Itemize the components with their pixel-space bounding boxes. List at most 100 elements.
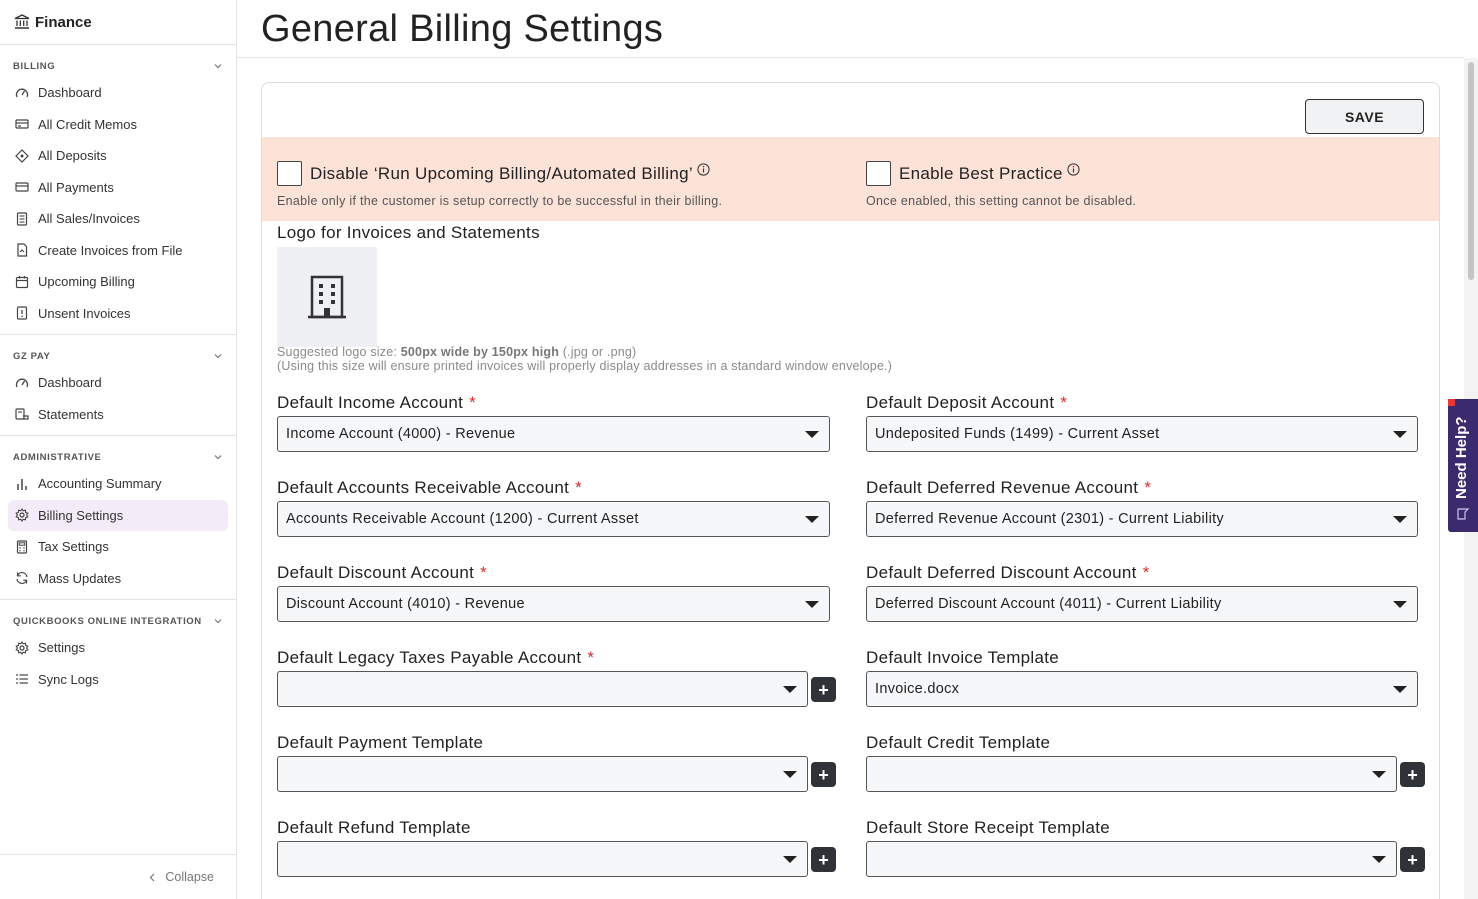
list-icon bbox=[15, 672, 29, 686]
statements-icon bbox=[15, 407, 29, 421]
legacy-taxes-select[interactable] bbox=[277, 671, 808, 707]
add-credit-template-button[interactable]: + bbox=[1400, 762, 1425, 787]
best-practice-checkbox[interactable] bbox=[866, 161, 891, 186]
gear-icon bbox=[15, 508, 29, 523]
add-legacy-taxes-button[interactable]: + bbox=[811, 677, 836, 702]
caret-down-icon bbox=[783, 686, 797, 693]
logo-size-note: Suggested logo size: 500px wide by 150px… bbox=[277, 345, 892, 373]
sidebar-item-label: All Credit Memos bbox=[38, 116, 137, 132]
sidebar-item-label: All Sales/Invoices bbox=[38, 211, 140, 227]
sidebar-item-billing-settings[interactable]: Billing Settings bbox=[8, 499, 228, 531]
discount-account-label: Default Discount Account * bbox=[277, 563, 487, 583]
brand[interactable]: Finance bbox=[0, 0, 236, 45]
caret-down-icon bbox=[1372, 771, 1386, 778]
dashboard-icon bbox=[15, 376, 29, 390]
sidebar-item-gzpay-dashboard[interactable]: Dashboard bbox=[8, 367, 228, 399]
section-administrative[interactable]: ADMINISTRATIVE bbox=[0, 446, 236, 468]
ar-account-label: Default Accounts Receivable Account * bbox=[277, 478, 582, 498]
sidebar-item-dashboard[interactable]: Dashboard bbox=[8, 77, 228, 109]
logo-upload[interactable] bbox=[277, 247, 377, 347]
sidebar-item-accounting-summary[interactable]: Accounting Summary bbox=[8, 468, 228, 500]
sidebar-item-upcoming-billing[interactable]: Upcoming Billing bbox=[8, 266, 228, 298]
need-help-widget[interactable]: Need Help? bbox=[1448, 399, 1478, 532]
sidebar-item-sync-logs[interactable]: Sync Logs bbox=[8, 664, 228, 696]
caret-down-icon bbox=[1393, 601, 1407, 608]
need-help-label: Need Help? bbox=[1453, 416, 1470, 499]
disable-billing-help: Enable only if the customer is setup cor… bbox=[277, 194, 723, 208]
plus-icon: + bbox=[818, 679, 829, 700]
info-icon[interactable] bbox=[697, 163, 710, 176]
deposit-icon bbox=[15, 148, 29, 163]
credit-template-label: Default Credit Template bbox=[866, 733, 1050, 753]
best-practice-setting: Enable Best Practice Once enabled, this … bbox=[866, 161, 1136, 208]
sidebar-item-label: Dashboard bbox=[38, 375, 102, 391]
info-icon[interactable] bbox=[1067, 163, 1080, 176]
warning-band: Disable ‘Run Upcoming Billing/Automated … bbox=[262, 137, 1439, 221]
legacy-taxes-label-text: Default Legacy Taxes Payable Account bbox=[277, 648, 582, 667]
refresh-icon bbox=[15, 571, 29, 585]
sidebar-item-mass-updates[interactable]: Mass Updates bbox=[8, 563, 228, 595]
deferred-revenue-label-text: Default Deferred Revenue Account bbox=[866, 478, 1139, 497]
scrollbar-thumb[interactable] bbox=[1468, 62, 1474, 280]
invoice-template-label: Default Invoice Template bbox=[866, 648, 1059, 668]
disable-billing-setting: Disable ‘Run Upcoming Billing/Automated … bbox=[277, 161, 722, 208]
store-receipt-template-select[interactable] bbox=[866, 841, 1397, 877]
sidebar-item-label: Accounting Summary bbox=[38, 476, 162, 492]
sidebar-item-statements[interactable]: Statements bbox=[8, 399, 228, 431]
sidebar-item-all-sales-invoices[interactable]: All Sales/Invoices bbox=[8, 203, 228, 235]
sidebar-item-label: Unsent Invoices bbox=[38, 305, 131, 321]
add-payment-template-button[interactable]: + bbox=[811, 762, 836, 787]
section-quickbooks[interactable]: QUICKBOOKS ONLINE INTEGRATION bbox=[0, 610, 236, 632]
deferred-revenue-select[interactable]: Deferred Revenue Account (2301) - Curren… bbox=[866, 501, 1418, 537]
disable-billing-checkbox[interactable] bbox=[277, 161, 302, 186]
payment-template-select[interactable] bbox=[277, 756, 808, 792]
discount-account-select[interactable]: Discount Account (4010) - Revenue bbox=[277, 586, 830, 622]
store-receipt-template-label: Default Store Receipt Template bbox=[866, 818, 1110, 838]
invoice-template-value: Invoice.docx bbox=[875, 681, 960, 697]
credit-template-select[interactable] bbox=[866, 756, 1397, 792]
sidebar-item-all-deposits[interactable]: All Deposits bbox=[8, 140, 228, 172]
add-refund-template-button[interactable]: + bbox=[811, 847, 836, 872]
credit-memo-icon bbox=[15, 117, 29, 131]
required-marker: * bbox=[575, 478, 583, 497]
collapse-button[interactable]: Collapse bbox=[0, 854, 236, 899]
caret-down-icon bbox=[783, 771, 797, 778]
save-button[interactable]: SAVE bbox=[1305, 99, 1424, 134]
discount-account-label-text: Default Discount Account bbox=[277, 563, 475, 582]
invoice-template-select[interactable]: Invoice.docx bbox=[866, 671, 1418, 707]
sidebar-item-unsent-invoices[interactable]: Unsent Invoices bbox=[8, 298, 228, 330]
settings-card: SAVE Disable ‘Run Upcoming Billing/Autom… bbox=[261, 82, 1440, 899]
required-marker: * bbox=[469, 393, 477, 412]
sidebar-item-label: Sync Logs bbox=[38, 671, 99, 687]
section-gz-pay[interactable]: GZ PAY bbox=[0, 345, 236, 367]
section-billing[interactable]: BILLING bbox=[0, 55, 236, 77]
deferred-revenue-value: Deferred Revenue Account (2301) - Curren… bbox=[875, 511, 1224, 527]
unsent-icon bbox=[15, 306, 29, 320]
ar-account-select[interactable]: Accounts Receivable Account (1200) - Cur… bbox=[277, 501, 830, 537]
add-store-receipt-template-button[interactable]: + bbox=[1400, 847, 1425, 872]
income-account-select[interactable]: Income Account (4000) - Revenue bbox=[277, 416, 830, 452]
legacy-taxes-label: Default Legacy Taxes Payable Account * bbox=[277, 648, 594, 668]
sidebar: Finance BILLING Dashboard All Credit Mem… bbox=[0, 0, 237, 899]
deferred-discount-value: Deferred Discount Account (4011) - Curre… bbox=[875, 596, 1222, 612]
ar-account-label-text: Default Accounts Receivable Account bbox=[277, 478, 570, 497]
sidebar-item-all-credit-memos[interactable]: All Credit Memos bbox=[8, 109, 228, 141]
sidebar-item-create-invoices-from-file[interactable]: Create Invoices from File bbox=[8, 235, 228, 267]
chevron-down-icon bbox=[214, 354, 222, 359]
caret-down-icon bbox=[1393, 686, 1407, 693]
sidebar-item-qbo-settings[interactable]: Settings bbox=[8, 632, 228, 664]
deposit-account-select[interactable]: Undeposited Funds (1499) - Current Asset bbox=[866, 416, 1418, 452]
brand-label: Finance bbox=[35, 13, 92, 31]
sidebar-item-label: Billing Settings bbox=[38, 507, 124, 523]
refund-template-select[interactable] bbox=[277, 841, 808, 877]
sidebar-item-tax-settings[interactable]: Tax Settings bbox=[8, 531, 228, 563]
plus-icon: + bbox=[818, 849, 829, 870]
store-receipt-template-label-text: Default Store Receipt Template bbox=[866, 818, 1110, 837]
caret-down-icon bbox=[805, 516, 819, 523]
sidebar-item-all-payments[interactable]: All Payments bbox=[8, 172, 228, 204]
deferred-discount-select[interactable]: Deferred Discount Account (4011) - Curre… bbox=[866, 586, 1418, 622]
caret-down-icon bbox=[805, 431, 819, 438]
caret-down-icon bbox=[1393, 516, 1407, 523]
building-icon bbox=[308, 275, 346, 319]
divider bbox=[0, 435, 236, 436]
